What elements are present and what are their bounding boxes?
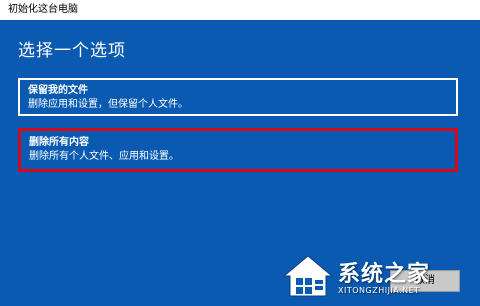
option-description: 删除所有个人文件、应用和设置。 xyxy=(29,151,179,162)
watermark-url: XITONGZHIJIA.NET xyxy=(338,286,420,295)
option-title: 删除所有内容 xyxy=(29,137,89,148)
reset-dialog: 选择一个选项 保留我的文件 删除应用和设置，但保留个人文件。 删除所有内容 删除… xyxy=(0,20,480,306)
option-title: 保留我的文件 xyxy=(28,85,88,96)
remove-everything-option[interactable]: 删除所有内容 删除所有个人文件、应用和设置。 xyxy=(18,128,458,172)
window-titlebar: 初始化这台电脑 xyxy=(0,0,480,20)
page-title: 选择一个选项 xyxy=(18,41,126,61)
house-logo-icon xyxy=(282,255,334,297)
watermark: 系统之家 XITONGZHIJIA.NET xyxy=(282,252,472,302)
option-description: 删除应用和设置，但保留个人文件。 xyxy=(28,99,188,110)
keep-my-files-option[interactable]: 保留我的文件 删除应用和设置，但保留个人文件。 xyxy=(18,78,458,116)
window-title: 初始化这台电脑 xyxy=(8,4,78,15)
watermark-brand: 系统之家 xyxy=(338,262,431,287)
